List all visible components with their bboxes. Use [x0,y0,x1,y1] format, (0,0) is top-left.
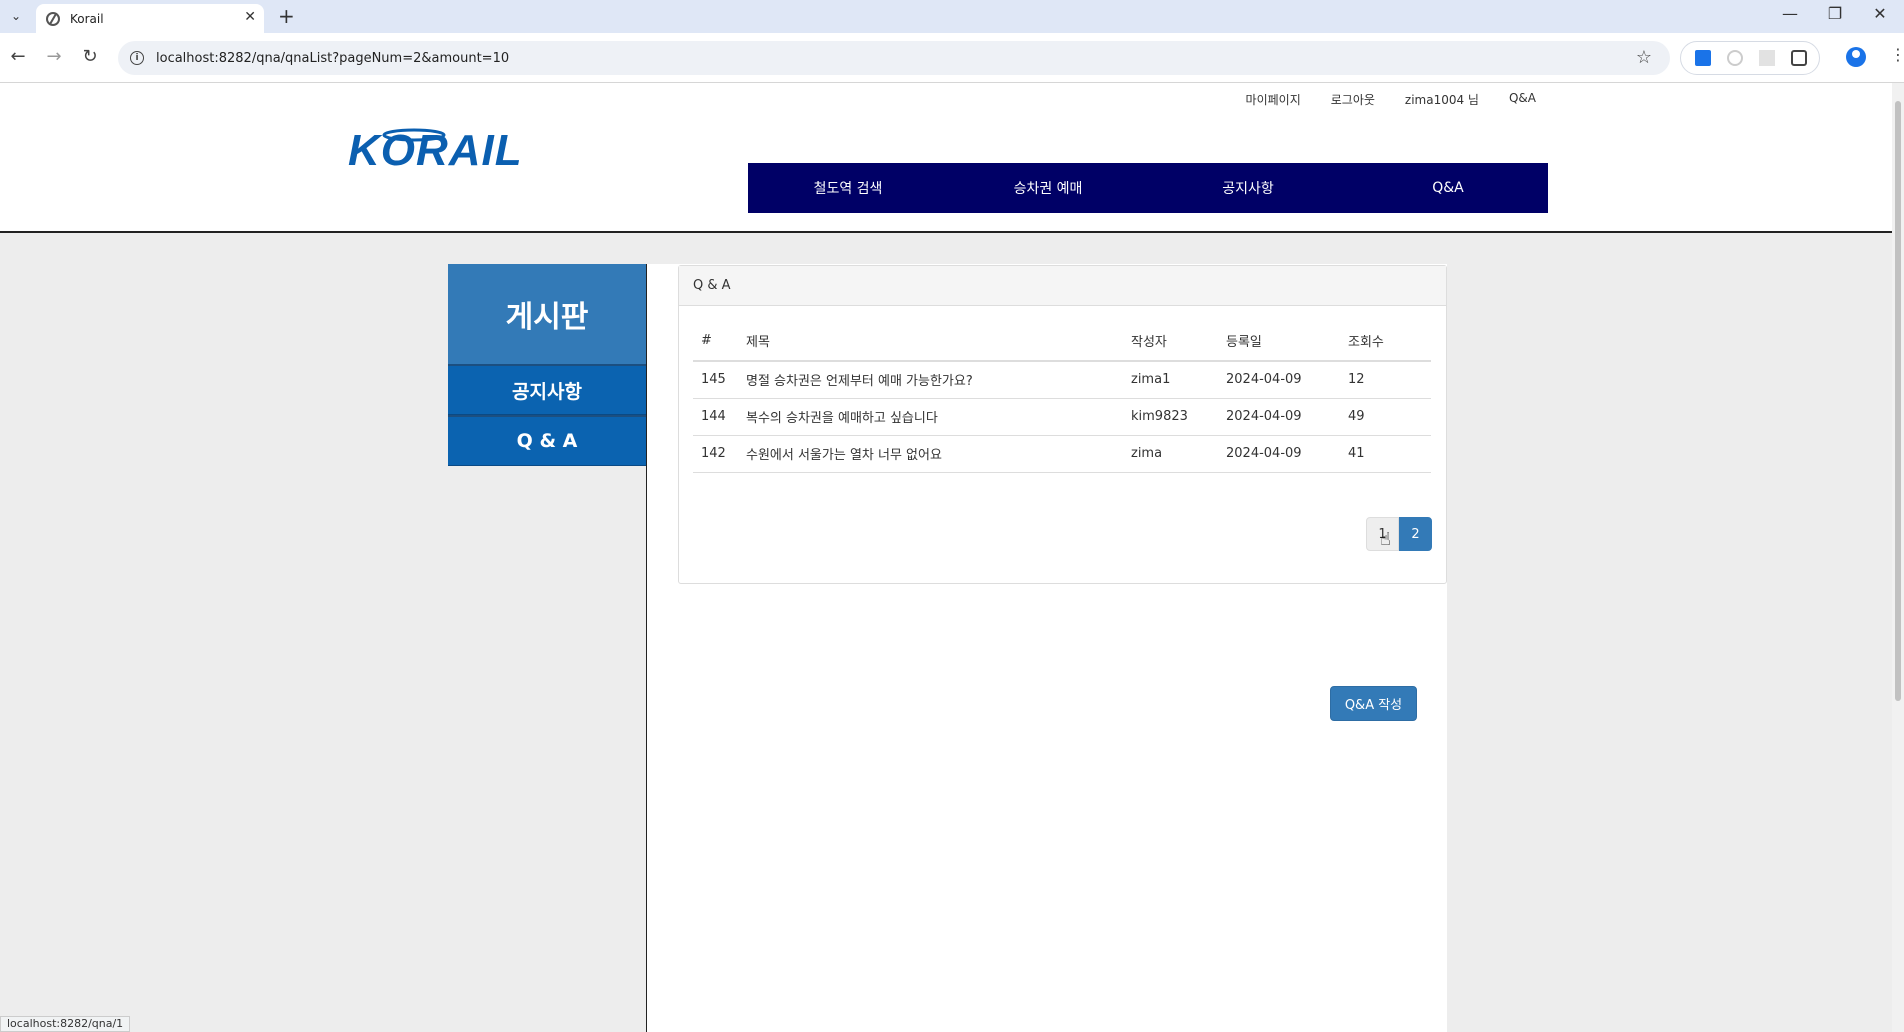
col-date: 등록일 [1218,321,1340,362]
logo-text: KORAIL [348,126,523,173]
board-sidebar: 게시판 공지사항 Q & A [448,264,646,466]
col-writer: 작성자 [1123,321,1218,362]
minimize-icon[interactable]: — [1770,4,1810,23]
row-number: 142 [693,435,738,473]
url-text[interactable]: localhost:8282/qna/qnaList?pageNum=2&amo… [156,51,509,66]
address-bar[interactable]: i localhost:8282/qna/qnaList?pageNum=2&a… [118,41,1670,75]
col-views: 조회수 [1340,321,1431,362]
row-title-link[interactable]: 명절 승차권은 언제부터 예매 가능한가요? [738,361,1123,399]
utility-links: 마이페이지 로그아웃 zima1004 님 Q&A [1246,91,1536,108]
page-scrollbar[interactable] [1892,83,1904,1032]
hand-cursor-icon: ☝ [1380,529,1391,550]
row-writer: zima [1123,435,1218,473]
row-title-link[interactable]: 복수의 승차권을 예매하고 싶습니다 [738,398,1123,436]
page-viewport: 마이페이지 로그아웃 zima1004 님 Q&A KORAIL 철도역 검색 … [0,83,1904,1032]
panel-heading: Q & A [679,266,1446,306]
nav-qna[interactable]: Q&A [1348,163,1548,213]
row-number: 144 [693,398,738,436]
main-nav: 철도역 검색 승차권 예매 공지사항 Q&A [748,163,1548,213]
qna-panel: Q & A # 제목 작성자 등록일 조회수 145 명절 승차권은 언제부터 … [678,265,1447,584]
puzzle-icon[interactable] [1791,50,1807,66]
forward-icon[interactable]: → [42,46,66,67]
user-greeting: zima1004 님 [1404,93,1479,107]
restore-icon[interactable]: ❐ [1815,4,1855,23]
row-title-link[interactable]: 수원에서 서울가는 열차 너무 없어요 [738,435,1123,473]
qna-link[interactable]: Q&A [1509,91,1536,108]
col-title: 제목 [738,321,1123,362]
row-number: 145 [693,361,738,399]
globe-icon [46,11,60,26]
scrollbar-thumb[interactable] [1895,101,1901,701]
main-content: Q & A # 제목 작성자 등록일 조회수 145 명절 승차권은 언제부터 … [647,264,1447,1032]
reload-icon[interactable]: ↻ [78,46,102,67]
row-views: 12 [1340,361,1431,399]
table-header-row: # 제목 작성자 등록일 조회수 [693,321,1431,362]
browser-tab-strip: ⌄ Korail ✕ + — ❐ ✕ [0,0,1904,33]
logout-link[interactable]: 로그아웃 [1331,91,1375,108]
back-icon[interactable]: ← [6,46,30,67]
bookmark-star-icon[interactable]: ☆ [1636,47,1652,68]
row-date: 2024-04-09 [1218,398,1340,436]
site-info-icon[interactable]: i [130,51,144,65]
browser-toolbar: ← → ↻ i localhost:8282/qna/qnaList?pageN… [0,33,1904,83]
tab-search-icon[interactable]: ⌄ [4,4,28,28]
timer-extension-icon[interactable] [1727,50,1743,66]
new-tab-icon[interactable]: + [278,4,295,28]
status-bar-url: localhost:8282/qna/1 [0,1016,131,1032]
row-writer: zima1 [1123,361,1218,399]
close-icon[interactable]: ✕ [244,9,256,25]
table-row[interactable]: 144 복수의 승차권을 예매하고 싶습니다 kim9823 2024-04-0… [693,398,1431,436]
download-extension-icon[interactable] [1695,50,1711,66]
row-views: 49 [1340,398,1431,436]
site-header: 마이페이지 로그아웃 zima1004 님 Q&A KORAIL 철도역 검색 … [0,83,1904,233]
sidebar-title: 게시판 [448,264,646,364]
nav-ticket-booking[interactable]: 승차권 예매 [948,163,1148,213]
korail-logo[interactable]: KORAIL [348,123,548,173]
table-row[interactable]: 145 명절 승차권은 언제부터 예매 가능한가요? zima1 2024-04… [693,361,1431,399]
pagination: 1 2 [1366,517,1432,551]
row-writer: kim9823 [1123,398,1218,436]
kebab-menu-icon[interactable]: ⋮ [1890,45,1904,64]
mypage-link[interactable]: 마이페이지 [1246,91,1301,108]
qna-write-button[interactable]: Q&A 작성 [1330,686,1417,721]
sidebar-item-qna[interactable]: Q & A [448,415,646,466]
page-button-2[interactable]: 2 [1399,517,1432,551]
nav-notice[interactable]: 공지사항 [1148,163,1348,213]
extensions-group [1680,41,1820,75]
nav-station-search[interactable]: 철도역 검색 [748,163,948,213]
window-close-icon[interactable]: ✕ [1860,4,1900,23]
row-date: 2024-04-09 [1218,361,1340,399]
col-number: # [693,321,738,362]
browser-tab[interactable]: Korail ✕ [36,4,264,33]
blank-extension-icon[interactable] [1759,50,1775,66]
profile-avatar-icon[interactable] [1846,47,1866,67]
table-row[interactable]: 142 수원에서 서울가는 열차 너무 없어요 zima 2024-04-09 … [693,435,1431,473]
row-views: 41 [1340,435,1431,473]
row-date: 2024-04-09 [1218,435,1340,473]
qna-table: # 제목 작성자 등록일 조회수 145 명절 승차권은 언제부터 예매 가능한… [693,321,1431,473]
tab-title: Korail [70,11,104,26]
sidebar-item-notice[interactable]: 공지사항 [448,364,646,415]
